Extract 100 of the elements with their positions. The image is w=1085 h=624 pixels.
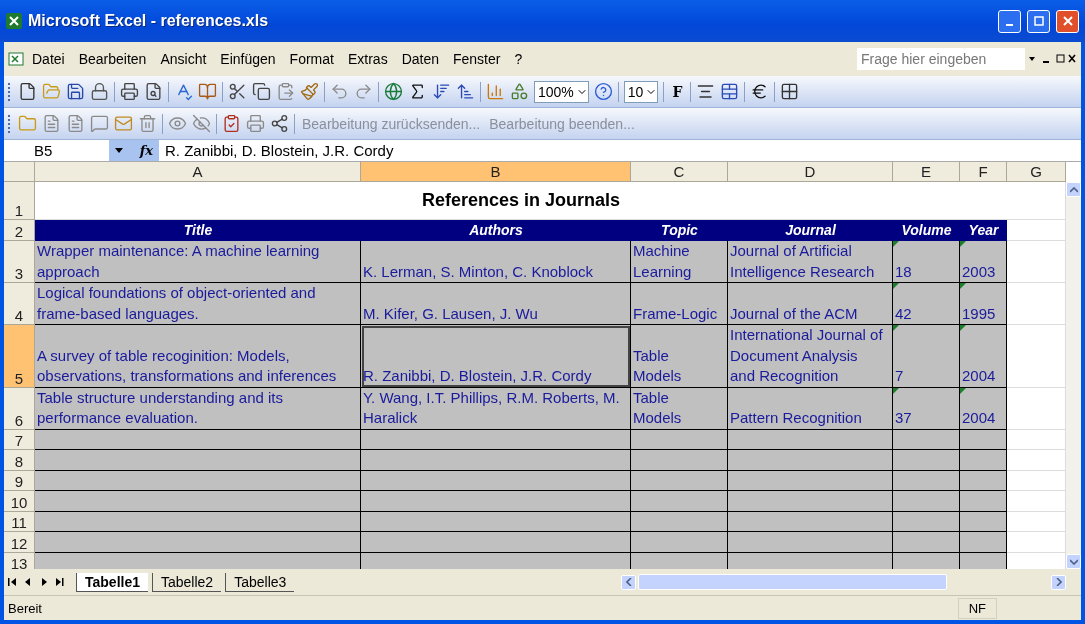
table-cell: A survey of table recoginition: Models, observations, transformations and inferences <box>35 325 361 388</box>
table-cell <box>1007 511 1066 532</box>
delete-icon[interactable] <box>138 114 157 133</box>
scroll-left-button[interactable] <box>621 574 636 590</box>
print-preview-icon[interactable] <box>144 82 163 101</box>
menu-item[interactable]: Fenster <box>447 49 507 69</box>
column-header[interactable]: D <box>728 162 893 182</box>
row-header[interactable]: 3 <box>4 241 35 283</box>
help-search-field[interactable]: Frage hier eingeben <box>857 48 1025 70</box>
table-cell: 2004 <box>960 325 1007 388</box>
menu-item[interactable]: Bearbeiten <box>72 49 153 69</box>
redo-icon[interactable] <box>354 82 373 101</box>
paste-icon[interactable] <box>276 82 295 101</box>
row-header[interactable]: 9 <box>4 470 35 491</box>
row-header[interactable]: 5 <box>4 325 35 388</box>
sort-ascending-icon[interactable] <box>432 82 451 101</box>
formula-field[interactable]: R. Zanibbi, D. Blostein, J.R. Cordy <box>159 142 394 159</box>
table-cell <box>960 450 1007 471</box>
table-cell <box>960 532 1007 553</box>
sort-descending-icon[interactable] <box>456 82 475 101</box>
menu-item[interactable]: Daten <box>395 49 445 69</box>
column-heading: Topic <box>631 220 728 241</box>
menu-item[interactable]: Format <box>283 49 340 69</box>
spreadsheet-app-icon <box>6 13 22 29</box>
copy-icon[interactable] <box>252 82 271 101</box>
table-cell <box>893 511 960 532</box>
clipboard-icon[interactable] <box>222 114 241 133</box>
undo-icon[interactable] <box>330 82 349 101</box>
horizontal-scrollbar[interactable] <box>621 574 1066 590</box>
vertical-scrollbar[interactable] <box>1066 182 1081 569</box>
sheet-tab[interactable]: Tabelle3 <box>225 572 295 592</box>
table-cell <box>1007 470 1066 491</box>
table-cell <box>960 511 1007 532</box>
new-document-icon[interactable] <box>18 82 37 101</box>
workbook-icon[interactable] <box>8 52 24 66</box>
menu-item[interactable]: Einfügen <box>214 49 282 69</box>
minimize-button[interactable] <box>998 9 1021 33</box>
maximize-button[interactable] <box>1027 9 1050 33</box>
table-cell <box>1007 387 1066 430</box>
scroll-up-button[interactable] <box>1066 182 1081 197</box>
column-header[interactable]: F <box>960 162 1007 182</box>
row-header[interactable]: 2 <box>4 220 35 241</box>
table-cell: Logical foundations of object-oriented and frame-based languages. <box>35 283 361 325</box>
row-header[interactable]: 8 <box>4 450 35 471</box>
column-header[interactable]: E <box>893 162 960 182</box>
menu-item[interactable]: Datei <box>26 49 71 69</box>
row-header[interactable]: 11 <box>4 511 35 532</box>
scrollbar-thumb[interactable] <box>638 574 947 590</box>
column-header[interactable]: C <box>631 162 728 182</box>
globe-icon[interactable] <box>384 82 403 101</box>
close-icon <box>1062 16 1073 26</box>
row-header[interactable]: 10 <box>4 491 35 512</box>
lock-icon[interactable] <box>90 82 109 101</box>
book-icon[interactable] <box>198 82 217 101</box>
insert-function-button[interactable]: fx <box>139 143 153 158</box>
scroll-down-button[interactable] <box>1066 554 1081 569</box>
hidden-eye-icon[interactable] <box>192 114 211 133</box>
shapes-icon[interactable] <box>510 82 529 101</box>
row-header[interactable]: 1 <box>4 182 35 220</box>
table-cell: 2003 <box>960 241 1007 283</box>
menu-item[interactable]: Ansicht <box>154 49 213 69</box>
document-window-controls-icon[interactable] <box>1027 53 1077 65</box>
comment-icon[interactable] <box>90 114 109 133</box>
dropdown-arrow-icon[interactable] <box>115 147 123 154</box>
scroll-right-button[interactable] <box>1051 574 1066 590</box>
column-header[interactable]: A <box>35 162 361 182</box>
row-header[interactable]: 12 <box>4 532 35 553</box>
table-cell: M. Kifer, G. Lausen, J. Wu <box>361 283 631 325</box>
row-header[interactable]: 7 <box>4 429 35 450</box>
mail-icon[interactable] <box>114 114 133 133</box>
close-button[interactable] <box>1056 9 1079 33</box>
document-icon[interactable] <box>42 114 61 133</box>
table-cell <box>893 429 960 450</box>
eye-icon[interactable] <box>168 114 187 133</box>
cut-icon[interactable] <box>228 82 247 101</box>
row-header[interactable]: 6 <box>4 387 35 430</box>
table-cell <box>960 470 1007 491</box>
document-icon[interactable] <box>66 114 85 133</box>
sheet-tab[interactable]: Tabelle1 <box>76 572 148 592</box>
menu-item[interactable]: ? <box>508 49 529 69</box>
table-cell: Machine Learning <box>631 241 728 283</box>
table-cell: 2004 <box>960 387 1007 430</box>
paintbrush-icon[interactable] <box>300 82 319 101</box>
bold-button[interactable]: F <box>669 83 686 100</box>
font-size-dropdown[interactable]: 10 <box>623 80 659 103</box>
chart-icon[interactable] <box>486 82 505 101</box>
align-center-icon[interactable] <box>696 82 716 101</box>
table-cell: 7 <box>893 325 960 388</box>
borders-icon[interactable] <box>780 82 800 101</box>
merge-cells-icon[interactable] <box>720 82 740 101</box>
share-icon[interactable] <box>270 114 289 133</box>
sheet-tab[interactable]: Tabelle2 <box>152 572 222 592</box>
column-header[interactable]: B <box>361 162 631 182</box>
column-header[interactable]: G <box>1007 162 1066 182</box>
zoom-dropdown[interactable]: 100% <box>534 80 589 103</box>
menu-item[interactable]: Extras <box>341 49 394 69</box>
save-icon[interactable] <box>66 82 85 101</box>
row-header[interactable]: 4 <box>4 283 35 325</box>
print-icon[interactable] <box>120 82 139 101</box>
help-icon[interactable] <box>593 82 613 101</box>
